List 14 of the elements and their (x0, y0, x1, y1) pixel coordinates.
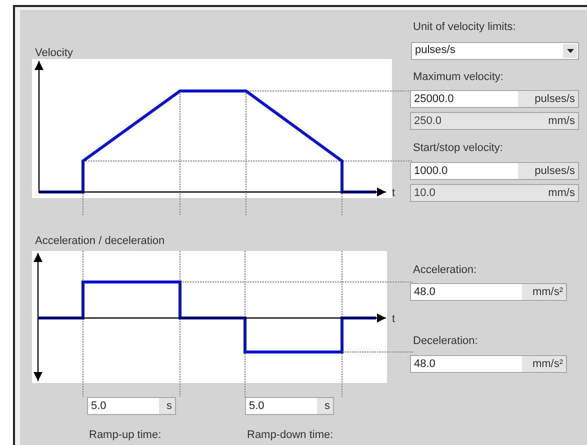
caret-icon (566, 48, 574, 52)
dropdown-button[interactable] (563, 44, 577, 58)
field-label: Unit of velocity limits: (413, 20, 517, 35)
axis-label: t (392, 313, 396, 325)
field-label: Deceleration: (413, 334, 479, 349)
field-label: Start/stop velocity: (413, 141, 504, 156)
field-label: Maximum velocity: (413, 70, 504, 84)
field-label: Ramp-down time: (247, 428, 334, 443)
field-label: Ramp-up time: (89, 428, 162, 443)
field-label: Acceleration: (413, 262, 478, 278)
unit-dropdown[interactable]: pulses/s (411, 42, 579, 60)
chart-title: Acceleration / deceleration (35, 234, 166, 247)
chart-title: Velocity (35, 46, 74, 59)
axis-label: t (392, 187, 396, 199)
